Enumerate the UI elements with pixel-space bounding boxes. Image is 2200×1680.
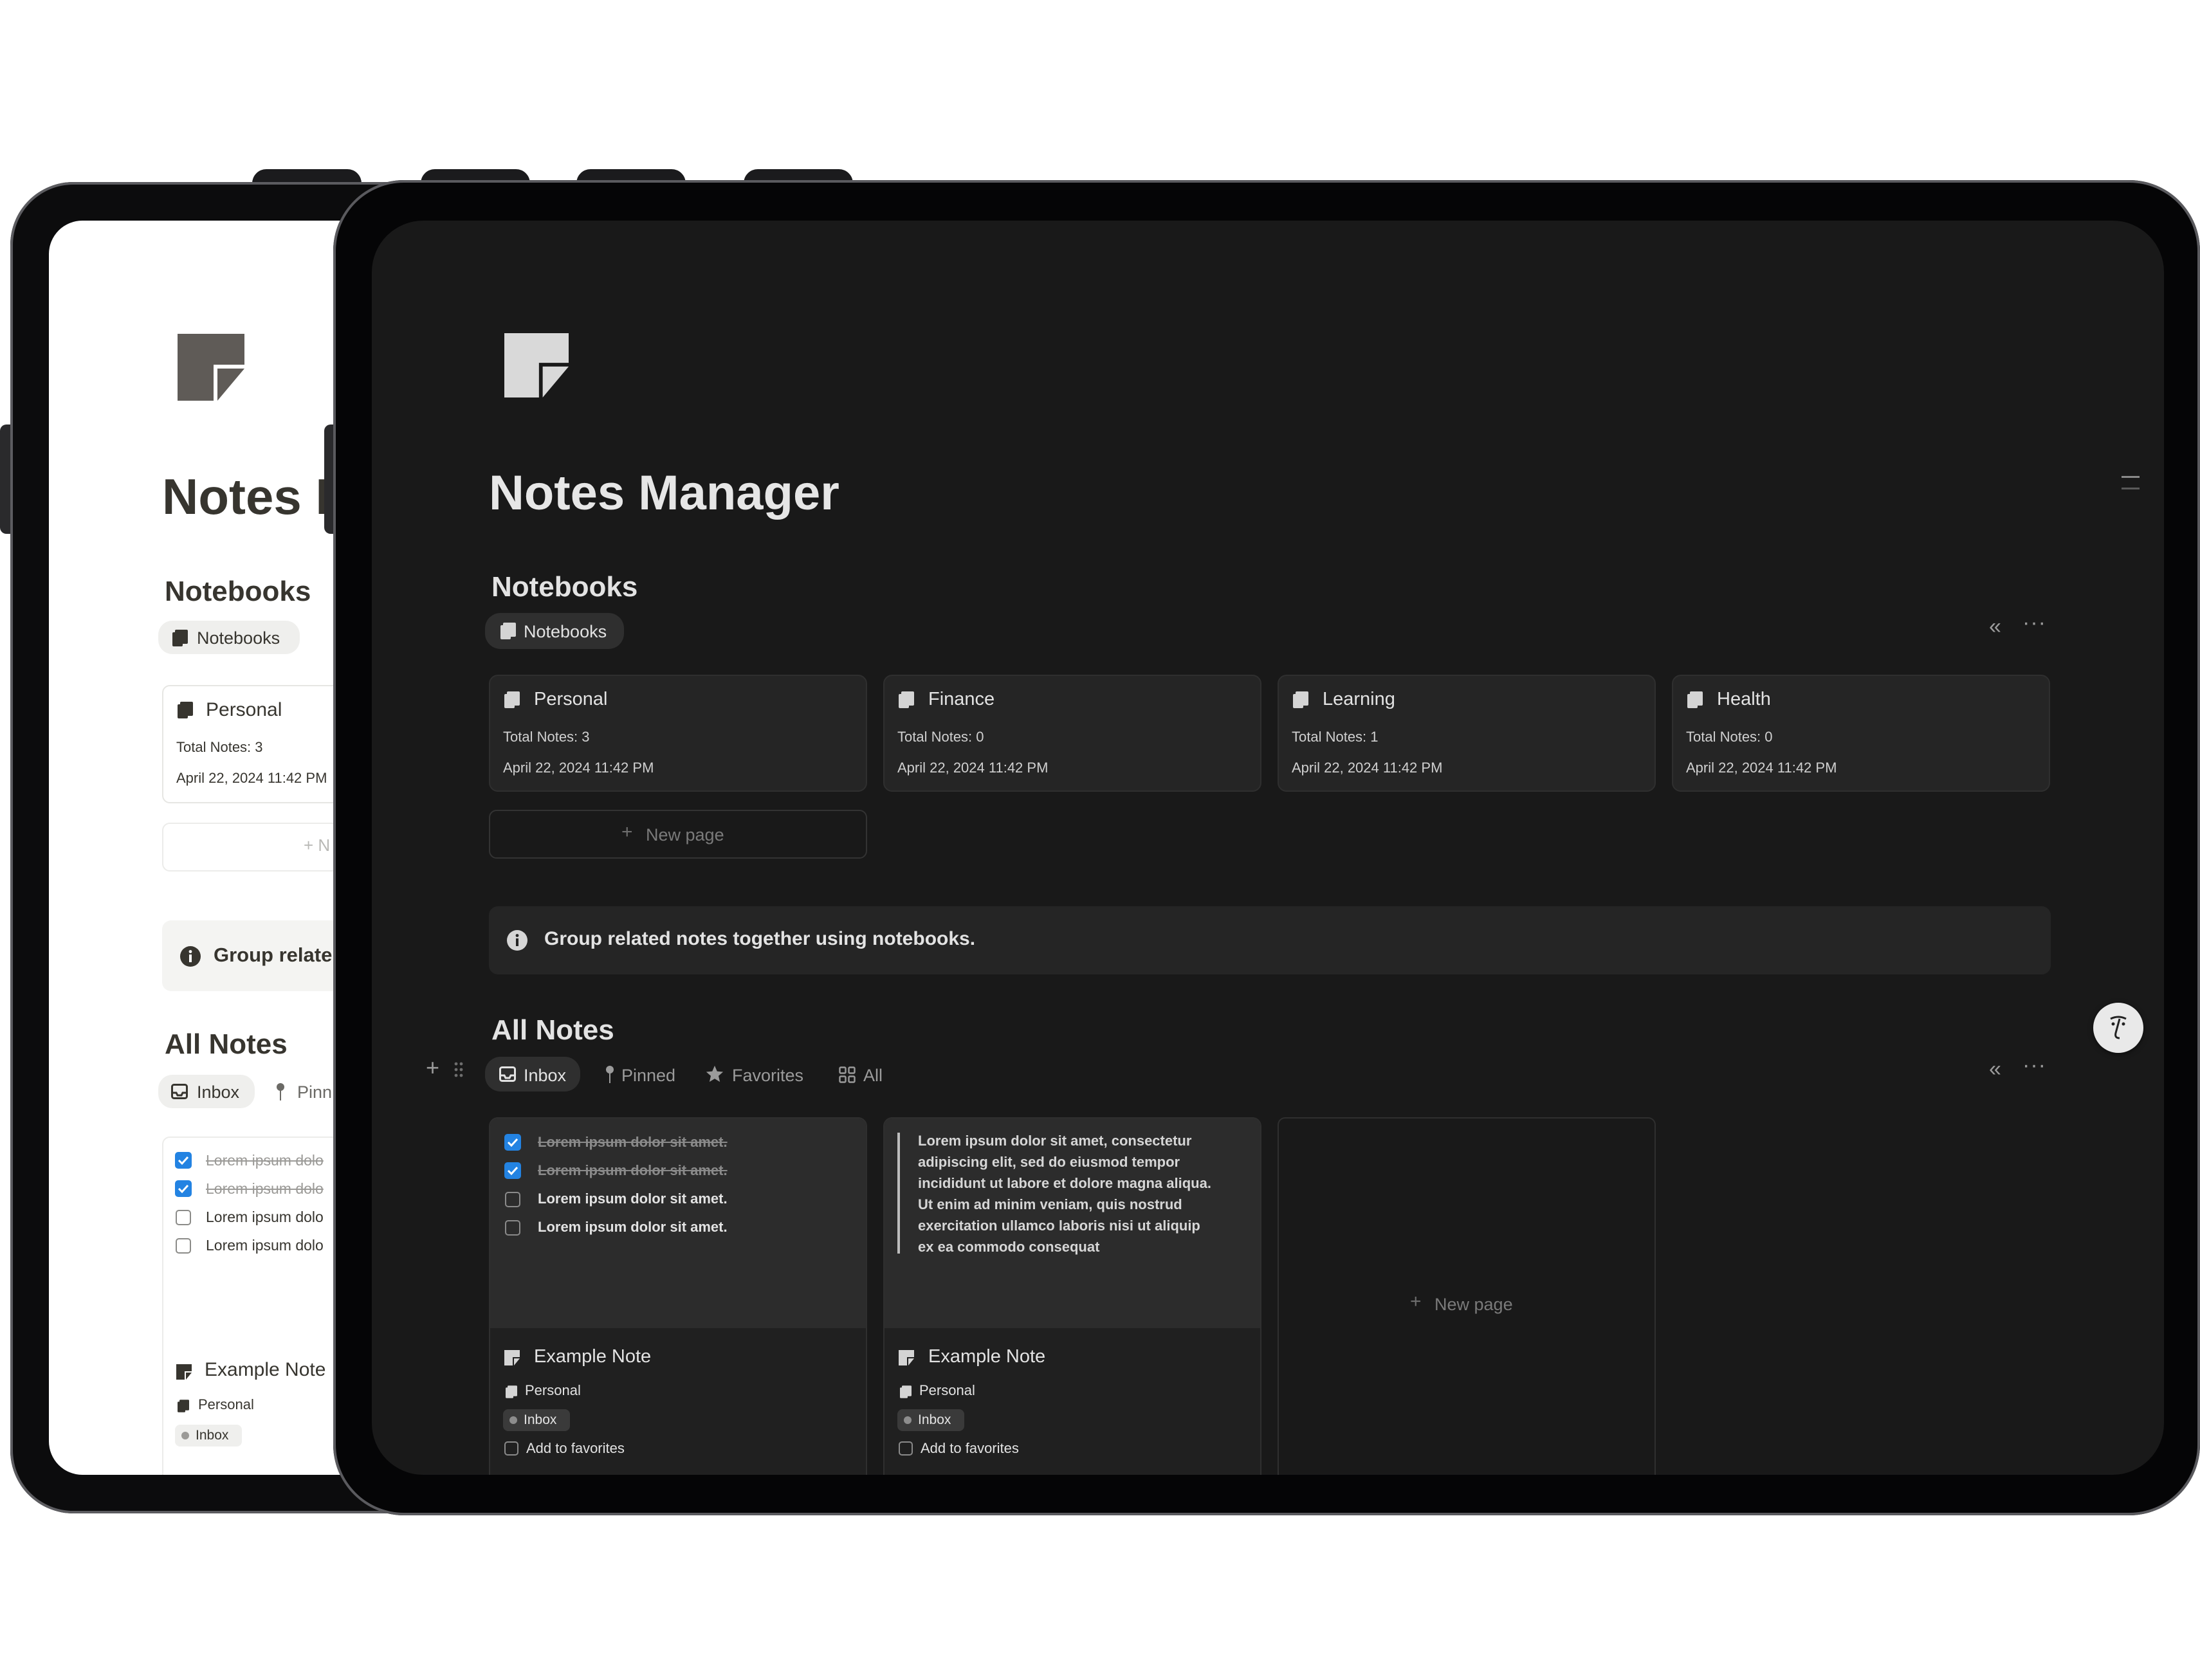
- tab-favorites[interactable]: Favorites: [700, 1057, 822, 1091]
- new-note-button[interactable]: + New page: [1278, 1117, 1656, 1475]
- pin-icon: [277, 1083, 284, 1100]
- tab-all[interactable]: All: [834, 1057, 904, 1091]
- checkbox-checked[interactable]: [175, 1180, 192, 1197]
- favorite-checkbox[interactable]: [899, 1441, 913, 1456]
- notebook-card-finance[interactable]: Finance Total Notes: 0 April 22, 2024 11…: [883, 675, 1261, 792]
- checkbox-unchecked[interactable]: [176, 1238, 191, 1254]
- note-icon: [899, 1350, 914, 1365]
- notebook-card-personal[interactable]: Personal Total Notes: 3 April 22, 2024 1…: [489, 675, 867, 792]
- inbox-icon: [499, 1066, 516, 1082]
- status-badge: Inbox: [503, 1409, 570, 1431]
- book-icon: [899, 691, 914, 708]
- book-icon: [178, 1400, 189, 1412]
- status-badge: Inbox: [897, 1409, 964, 1431]
- more-horizontal-icon[interactable]: ···: [2022, 1053, 2046, 1078]
- notebook-card-learning[interactable]: Learning Total Notes: 1 April 22, 2024 1…: [1278, 675, 1656, 792]
- dark-tablet-screen: Notes Manager Notebooks Notebooks « ··· …: [372, 221, 2164, 1475]
- book-icon: [506, 1385, 517, 1398]
- notes-logo-icon: [504, 333, 569, 397]
- pin-icon: [606, 1066, 614, 1083]
- drag-handle-icon[interactable]: [454, 1062, 463, 1077]
- note-card[interactable]: Lorem ipsum dolor sit amet. Lorem ipsum …: [489, 1117, 867, 1475]
- new-notebook-button[interactable]: + New page: [489, 810, 867, 859]
- more-horizontal-icon[interactable]: ···: [2022, 610, 2046, 635]
- info-icon: [180, 946, 201, 967]
- note-preview: Lorem ipsum dolor sit amet. Lorem ipsum …: [490, 1118, 866, 1328]
- book-icon: [504, 691, 520, 708]
- book-icon: [1293, 691, 1308, 708]
- tab-notebooks[interactable]: Notebooks: [158, 621, 300, 654]
- star-icon: [706, 1065, 724, 1082]
- plus-icon[interactable]: +: [426, 1054, 439, 1081]
- info-callout: Group related notes together using noteb…: [489, 906, 2051, 974]
- page-title: Notes Manager: [489, 466, 839, 520]
- note-preview: Lorem ipsum dolor sit amet, consectetur …: [885, 1118, 1260, 1328]
- tab-pinned[interactable]: Pinn: [297, 1082, 332, 1102]
- quote-bar: [897, 1133, 900, 1254]
- plus-icon: +: [621, 821, 633, 843]
- tab-inbox[interactable]: Inbox: [485, 1057, 580, 1091]
- note-icon: [176, 1364, 192, 1380]
- book-icon: [178, 702, 193, 718]
- checkbox-checked[interactable]: [504, 1134, 521, 1151]
- checkbox-checked[interactable]: [504, 1162, 521, 1179]
- note-card[interactable]: Lorem ipsum dolor sit amet, consectetur …: [883, 1117, 1261, 1475]
- assistant-face-icon: [2110, 1016, 2127, 1039]
- grid-icon: [839, 1066, 856, 1083]
- section-heading-all-notes: All Notes: [491, 1014, 614, 1046]
- double-chevron-left-icon[interactable]: «: [1989, 1057, 2001, 1082]
- notebook-card-health[interactable]: Health Total Notes: 0 April 22, 2024 11:…: [1672, 675, 2050, 792]
- plus-icon: +: [1410, 1291, 1422, 1312]
- status-badge: Inbox: [175, 1425, 242, 1447]
- info-icon: [507, 930, 527, 951]
- assistant-button[interactable]: [2093, 1003, 2143, 1053]
- book-icon: [500, 623, 516, 639]
- book-icon: [900, 1385, 912, 1398]
- inbox-icon: [171, 1084, 188, 1099]
- tab-pinned[interactable]: Pinned: [598, 1057, 695, 1091]
- book-icon: [172, 630, 188, 646]
- checkbox-checked[interactable]: [175, 1152, 192, 1169]
- tab-notebooks[interactable]: Notebooks: [485, 613, 624, 649]
- book-icon: [1687, 691, 1703, 708]
- sidebar-toggle[interactable]: [2122, 476, 2140, 490]
- notes-logo-icon: [178, 334, 244, 401]
- tab-inbox[interactable]: Inbox: [158, 1075, 255, 1108]
- double-chevron-left-icon[interactable]: «: [1989, 614, 2001, 639]
- checkbox-unchecked[interactable]: [176, 1210, 191, 1225]
- note-icon: [504, 1350, 520, 1365]
- checkbox-unchecked[interactable]: [505, 1220, 520, 1236]
- section-heading: All Notes: [165, 1028, 288, 1060]
- checkbox-unchecked[interactable]: [505, 1192, 520, 1207]
- section-heading-notebooks: Notebooks: [491, 571, 638, 603]
- favorite-checkbox[interactable]: [504, 1441, 518, 1456]
- section-heading: Notebooks: [165, 576, 311, 607]
